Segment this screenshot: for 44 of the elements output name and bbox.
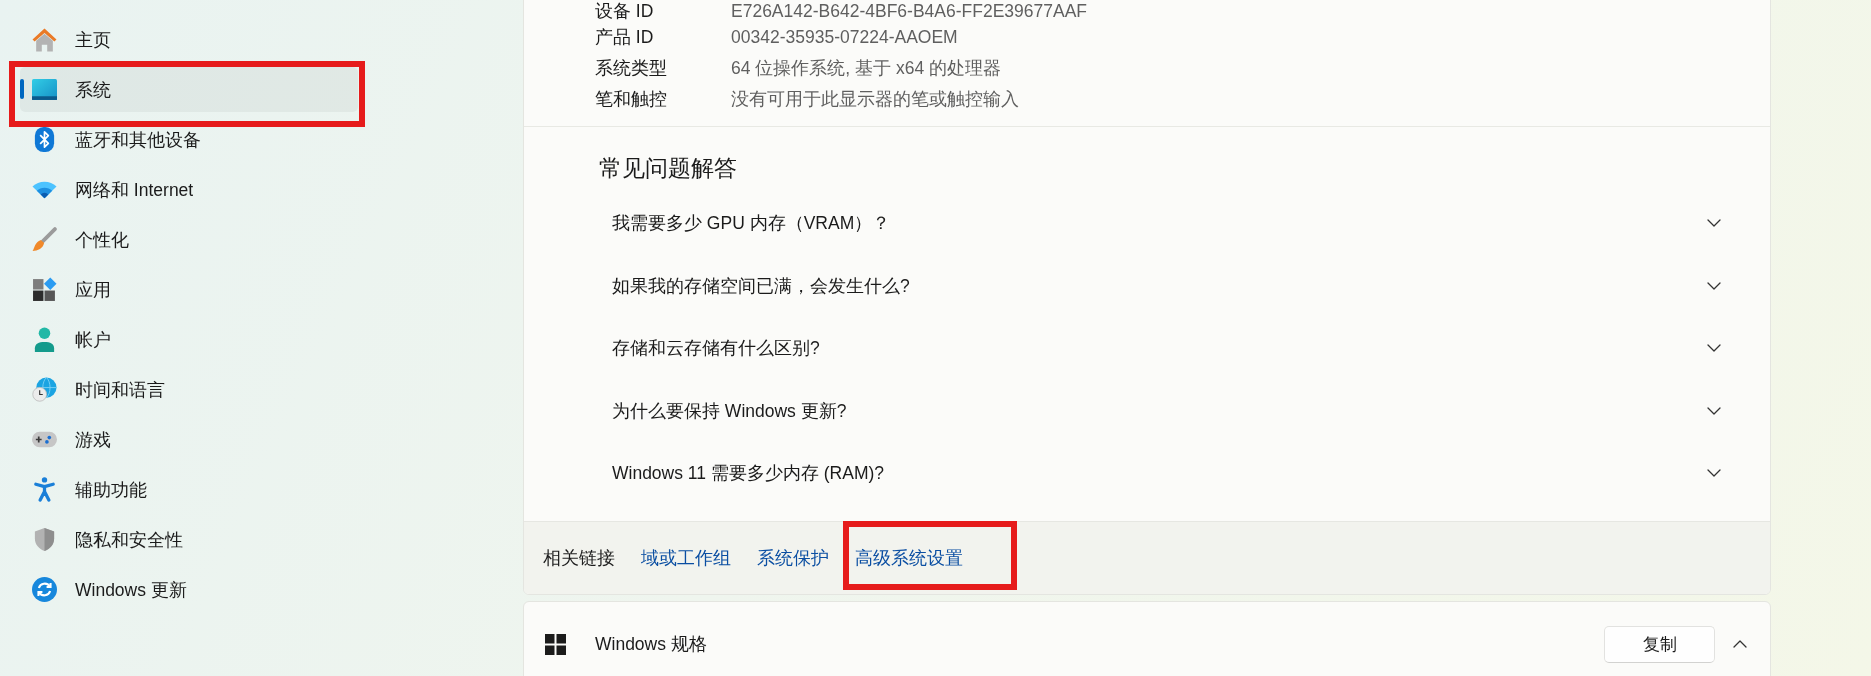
sidebar-item[interactable]: 网络和 Internet <box>20 167 358 212</box>
faq-question[interactable]: 如果我的存储空间已满，会发生什么? <box>599 254 1721 317</box>
sidebar-item[interactable]: 系统 <box>20 67 358 112</box>
chevron-up-icon[interactable] <box>1733 640 1747 649</box>
sidebar-item[interactable]: 游戏 <box>20 417 358 462</box>
sidebar-item[interactable]: 蓝牙和其他设备 <box>20 117 358 162</box>
person-icon <box>32 327 57 352</box>
faq-question[interactable]: Windows 11 需要多少内存 (RAM)? <box>599 441 1721 505</box>
spec-value: E726A142-B642-4BF6-B4A6-FF2E39677AAF <box>731 1 1089 21</box>
apps-icon <box>32 277 57 302</box>
brush-icon <box>32 227 57 252</box>
related-link[interactable]: 域或工作组 <box>641 546 731 571</box>
sidebar-item[interactable]: 主页 <box>20 17 358 62</box>
sidebar-item[interactable]: 辅助功能 <box>20 467 358 512</box>
faq-question[interactable]: 为什么要保持 Windows 更新? <box>599 379 1721 442</box>
windows-logo-icon <box>545 633 566 655</box>
sidebar-item[interactable]: 帐户 <box>20 317 358 362</box>
copy-button[interactable]: 复制 <box>1604 625 1715 663</box>
spec-label: 笔和触控 <box>595 88 668 109</box>
accessibility-icon <box>32 477 57 502</box>
related-link[interactable]: 高级系统设置 <box>855 546 963 571</box>
sidebar-item[interactable]: Windows 更新 <box>20 567 358 612</box>
spec-value: 00342-35935-07224-AAOEM <box>731 27 959 48</box>
faq-question[interactable]: 我需要多少 GPU 内存（VRAM）？ <box>599 191 1721 255</box>
related-link[interactable]: 系统保护 <box>757 546 829 571</box>
globe-clock-icon <box>32 377 57 402</box>
windows-specs-title: Windows 规格 <box>595 633 708 657</box>
spec-label: 设备 ID <box>595 1 655 21</box>
spec-label: 产品 ID <box>595 27 655 48</box>
sidebar-item[interactable]: 时间和语言 <box>20 367 358 412</box>
sidebar-item[interactable]: 隐私和安全性 <box>20 517 358 562</box>
spec-value: 64 位操作系统, 基于 x64 的处理器 <box>731 58 1002 78</box>
monitor-icon <box>32 77 57 102</box>
home-icon <box>32 27 57 52</box>
spec-label: 系统类型 <box>595 58 668 78</box>
related-links-label: 相关链接 <box>543 547 615 571</box>
shield-icon <box>32 527 57 552</box>
bluetooth-icon <box>32 127 57 152</box>
sidebar-item[interactable]: 应用 <box>20 267 358 312</box>
sidebar-item[interactable]: 个性化 <box>20 217 358 262</box>
refresh-icon <box>32 577 57 602</box>
faq-question[interactable]: 存储和云存储有什么区别? <box>599 316 1721 380</box>
faq-title: 常见问题解答 <box>599 154 738 183</box>
spec-value: 没有可用于此显示器的笔或触控输入 <box>731 88 1020 109</box>
